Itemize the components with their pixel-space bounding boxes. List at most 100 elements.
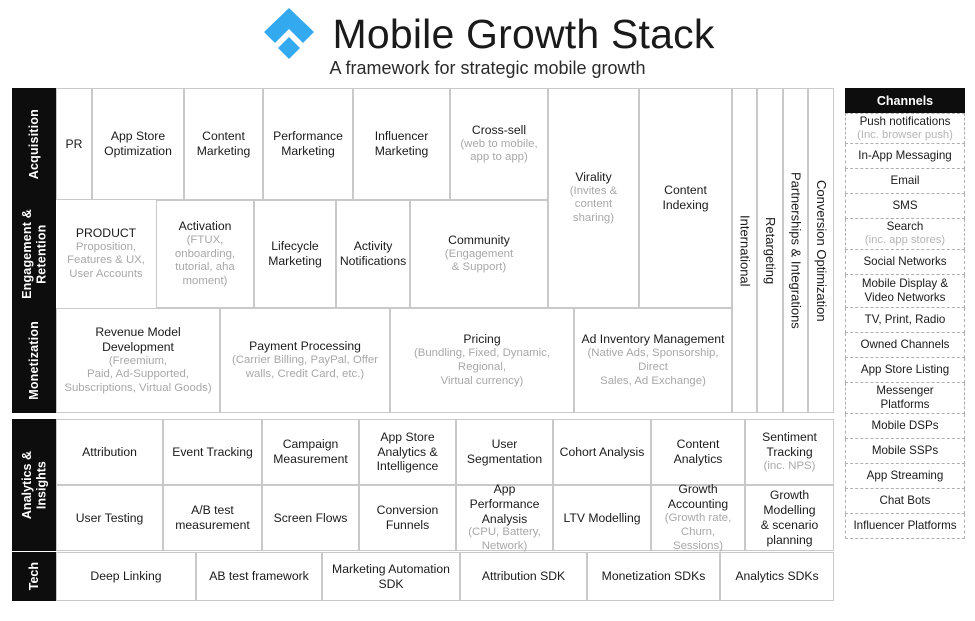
channel-title: Social Networks bbox=[863, 255, 947, 269]
channel-title: Mobile SSPs bbox=[871, 444, 939, 458]
tech-cell: AB test framework bbox=[196, 552, 322, 601]
vertical-column-cell: Partnerships & Integrations bbox=[783, 88, 808, 413]
analytics-cell: Conversion Funnels bbox=[359, 485, 456, 551]
analytics-cell: Screen Flows bbox=[262, 485, 359, 551]
acquisition-cell: Performance Marketing bbox=[263, 88, 353, 200]
channel-item: Mobile Display & Video Networks bbox=[845, 275, 965, 308]
channel-item: SMS bbox=[845, 194, 965, 219]
channel-item: TV, Print, Radio bbox=[845, 308, 965, 333]
vertical-column-cell: Retargeting bbox=[757, 88, 783, 413]
page-subtitle: A framework for strategic mobile growth bbox=[329, 58, 646, 78]
rail-label-monetization: Monetization bbox=[26, 321, 41, 400]
analytics-cell: User Testing bbox=[56, 485, 163, 551]
cell-subtitle: (inc. NPS) bbox=[763, 459, 816, 472]
channel-title: Owned Channels bbox=[860, 338, 950, 352]
analytics-cell: App Store Analytics & Intelligence bbox=[359, 419, 456, 485]
channels-sidebar: Channels Push notifications (Inc. browser… bbox=[845, 88, 965, 539]
channel-item: App Store Listing bbox=[845, 358, 965, 383]
engagement-cell: Activity Notifications bbox=[336, 200, 410, 308]
cell-subtitle: (web to mobile, app to app) bbox=[460, 137, 538, 164]
channel-item: Chat Bots bbox=[845, 489, 965, 514]
cell-title: Revenue Model Development bbox=[95, 324, 181, 354]
analytics-cell: User Segmentation bbox=[456, 419, 553, 485]
cell-subtitle: (Growth rate, Churn, Sessions) bbox=[664, 512, 732, 552]
channel-item: Search (inc. app stores) bbox=[845, 219, 965, 250]
cell-title: Deep Linking bbox=[90, 569, 162, 584]
analytics-cell: A/B test measurement bbox=[163, 485, 262, 551]
cell-subtitle: (Native Ads, Sponsorship, Direct Sales, … bbox=[587, 347, 719, 387]
channel-item: Mobile DSPs bbox=[845, 414, 965, 439]
cell-title: Analytics SDKs bbox=[735, 569, 819, 584]
cell-title: Screen Flows bbox=[273, 510, 348, 525]
cell-title: Community bbox=[448, 232, 510, 247]
cell-title: Lifecycle Marketing bbox=[268, 239, 322, 268]
rail-engagement: Engagement & Retention bbox=[12, 200, 56, 308]
channels-heading: Channels bbox=[845, 88, 965, 113]
spanning-cell-virality: Virality (Invites & content sharing) bbox=[548, 88, 639, 308]
analytics-cell: Event Tracking bbox=[163, 419, 262, 485]
cell-title: PR bbox=[65, 136, 83, 151]
cell-title: Ad Inventory Management bbox=[581, 332, 725, 347]
rail-tech: Tech bbox=[12, 552, 56, 601]
channel-item: Push notifications (Inc. browser push) bbox=[845, 113, 965, 144]
channel-item: Owned Channels bbox=[845, 333, 965, 358]
channel-title: In-App Messaging bbox=[858, 149, 952, 163]
vertical-column-cell: International bbox=[732, 88, 757, 413]
channel-title: Push notifications bbox=[859, 114, 951, 128]
channel-item: Messenger Platforms bbox=[845, 383, 965, 414]
cell-title: Content Analytics bbox=[673, 437, 723, 466]
category-rail: Acquisition Engagement & Retention Monet… bbox=[12, 88, 56, 413]
cell-title: Cohort Analysis bbox=[559, 444, 645, 459]
channel-subtitle: (Inc. browser push) bbox=[857, 128, 953, 141]
tech-cell: Attribution SDK bbox=[460, 552, 587, 601]
rail-acquisition: Acquisition bbox=[12, 88, 56, 200]
channel-title: Messenger Platforms bbox=[876, 384, 934, 411]
rail-analytics: Analytics & Insights bbox=[12, 419, 56, 551]
title-row: Mobile Growth Stack bbox=[0, 6, 975, 62]
lower-board: Analytics & Insights Tech Attribution Eve… bbox=[12, 419, 834, 601]
cell-subtitle: (Carrier Billing, PayPal, Offer walls, C… bbox=[231, 354, 378, 380]
cell-subtitle: (Freemium, Paid, Ad-Supported, Subscript… bbox=[64, 354, 212, 395]
monetization-cell: Payment Processing (Carrier Billing, PayP… bbox=[220, 308, 390, 413]
cell-subtitle: (Bundling, Fixed, Dynamic, Regional, Vir… bbox=[413, 347, 551, 387]
channel-title: Email bbox=[890, 174, 920, 188]
channel-item: Social Networks bbox=[845, 250, 965, 275]
channel-title: App Streaming bbox=[866, 469, 944, 483]
acquisition-cell: Influencer Marketing bbox=[353, 88, 450, 200]
cell-title: LTV Modelling bbox=[563, 510, 641, 525]
analytics-cell: Growth Accounting (Growth rate, Churn, Se… bbox=[651, 482, 745, 552]
cell-title: Event Tracking bbox=[172, 444, 253, 459]
channels-list: Push notifications (Inc. browser push) In-… bbox=[845, 113, 965, 539]
mobile-growth-stack-logo-icon bbox=[260, 6, 318, 62]
channel-item: Influencer Platforms bbox=[845, 514, 965, 539]
cell-title: Growth Modelling & scenario planning bbox=[760, 488, 819, 547]
analytics-cell: App Performance Analysis (CPU, Battery, N… bbox=[456, 482, 553, 553]
channel-title: Mobile Display & Video Networks bbox=[861, 277, 949, 304]
cell-title: Activation bbox=[178, 218, 232, 233]
tech-cell: Marketing Automation SDK bbox=[322, 552, 460, 601]
analytics-cell: LTV Modelling bbox=[553, 485, 651, 551]
monetization-cell: Ad Inventory Management (Native Ads, Spon… bbox=[574, 308, 732, 413]
cell-title: Sentiment Tracking bbox=[762, 430, 817, 460]
poster-header: Mobile Growth Stack A framework for stra… bbox=[0, 0, 975, 86]
cell-subtitle: (CPU, Battery, Network) bbox=[468, 526, 541, 553]
channel-title: Chat Bots bbox=[879, 494, 931, 508]
cell-title: Influencer Marketing bbox=[374, 129, 429, 158]
analytics-cell: Growth Modelling & scenario planning bbox=[745, 485, 834, 551]
cell-title: Attribution bbox=[82, 444, 137, 459]
cell-title: Content Marketing bbox=[196, 129, 251, 158]
rail-label-engagement: Engagement & Retention bbox=[19, 209, 48, 299]
cell-subtitle: (Engagement & Support) bbox=[444, 247, 514, 274]
cell-title: Marketing Automation SDK bbox=[332, 561, 450, 591]
page-title: Mobile Growth Stack bbox=[332, 10, 715, 57]
cell-title: Retargeting bbox=[763, 216, 779, 285]
cell-title: Monetization SDKs bbox=[601, 569, 706, 584]
cell-title: Campaign Measurement bbox=[273, 437, 348, 466]
cell-title: Activity Notifications bbox=[339, 239, 407, 268]
analytics-cell: Cohort Analysis bbox=[553, 419, 651, 485]
channel-title: App Store Listing bbox=[860, 363, 950, 377]
cell-title: Content Indexing bbox=[662, 183, 709, 212]
acquisition-cell: Cross-sell (web to mobile, app to app) bbox=[450, 88, 548, 200]
cell-title: Growth Accounting bbox=[667, 482, 729, 512]
acquisition-cell: Content Marketing bbox=[184, 88, 263, 200]
